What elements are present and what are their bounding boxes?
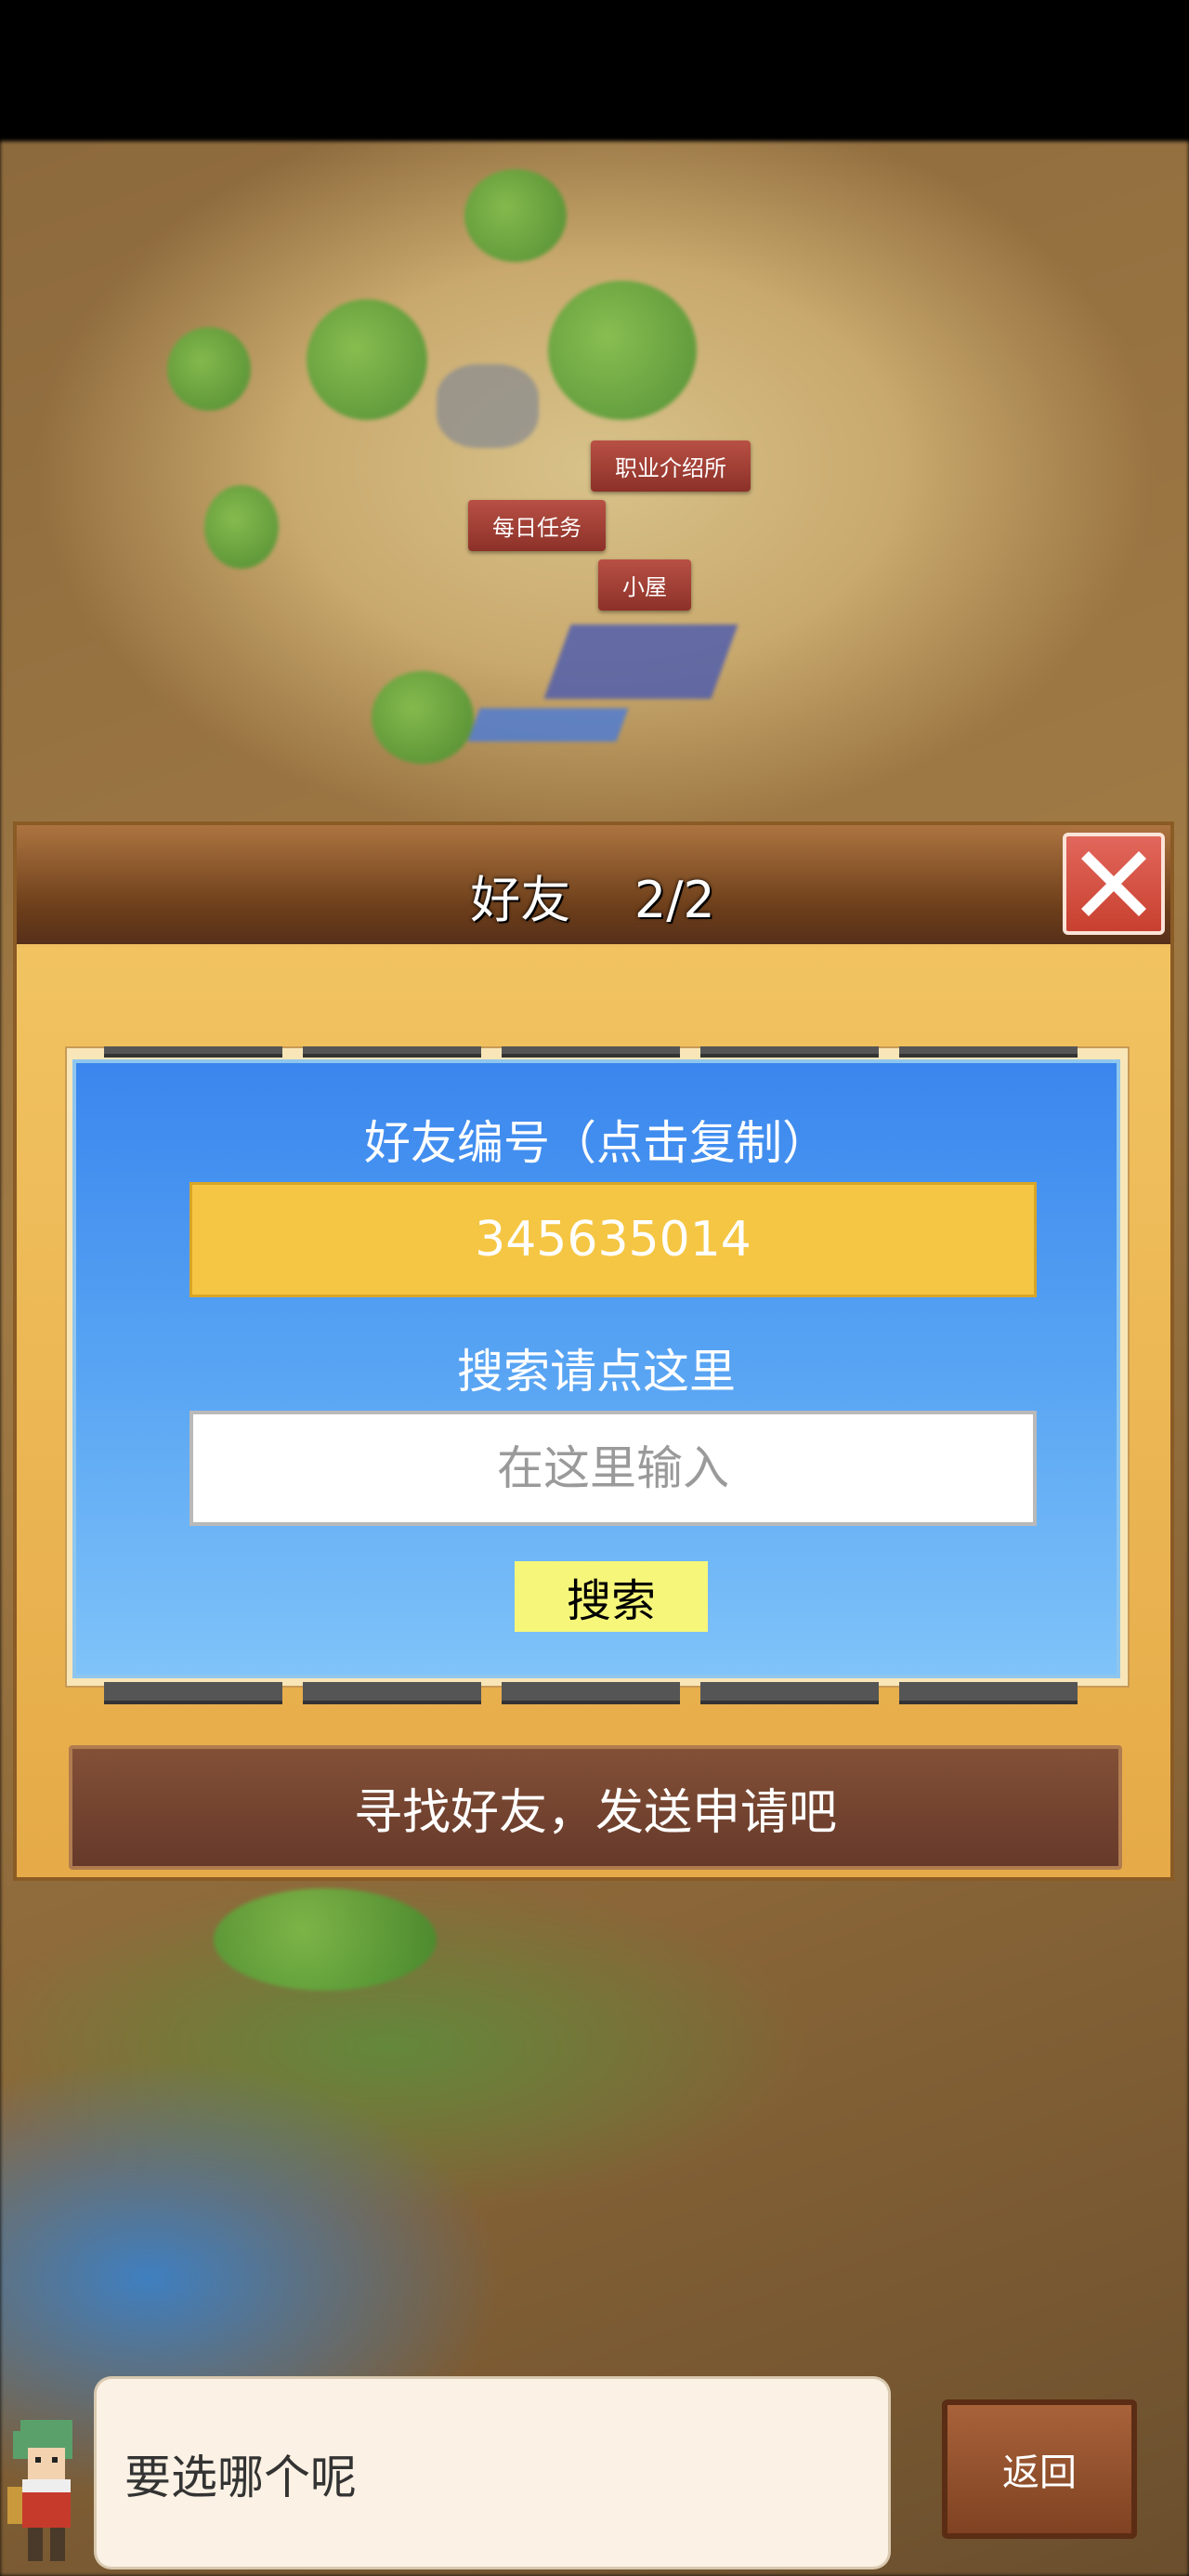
dialog-title: 好友 2/2 xyxy=(470,871,715,929)
map-label-daily-tasks[interactable]: 每日任务 xyxy=(468,500,606,551)
page-tab[interactable] xyxy=(303,1046,481,1058)
map-tree xyxy=(214,1888,437,1991)
map-tree xyxy=(464,169,567,262)
back-button[interactable]: 返回 xyxy=(942,2399,1137,2539)
bottom-bar: 要选哪个呢 返回 xyxy=(0,2379,1189,2576)
map-tree xyxy=(167,327,251,411)
status-bar xyxy=(0,0,1189,141)
page-tab[interactable] xyxy=(502,1046,680,1058)
map-tree xyxy=(204,485,279,569)
dialog-header: 好友 2/2 xyxy=(17,825,1170,948)
friend-panel-frame: 好友编号（点击复制） 345635014 搜索请点这里 搜索 xyxy=(65,1046,1130,1704)
map-house xyxy=(543,624,738,699)
page-tab[interactable] xyxy=(700,1682,879,1704)
find-friends-button[interactable]: 寻找好友，发送申请吧 xyxy=(69,1745,1122,1870)
map-tree xyxy=(307,299,427,420)
map-tree xyxy=(548,281,697,420)
page-tab[interactable] xyxy=(899,1682,1078,1704)
close-icon xyxy=(1081,851,1146,916)
map-house xyxy=(467,708,629,742)
friend-id-label: 好友编号（点击复制） xyxy=(364,1116,829,1170)
map-label-job-agency[interactable]: 职业介绍所 xyxy=(591,440,751,492)
friend-panel: 好友编号（点击复制） 345635014 搜索请点这里 搜索 xyxy=(72,1059,1120,1678)
friend-id-copy-button[interactable]: 345635014 xyxy=(189,1182,1037,1297)
page-tab[interactable] xyxy=(303,1682,481,1704)
page-tab[interactable] xyxy=(104,1682,282,1704)
page-tab[interactable] xyxy=(502,1682,680,1704)
map-tree xyxy=(372,671,474,764)
search-prompt: 搜索请点这里 xyxy=(457,1345,736,1399)
map-rock xyxy=(437,364,539,448)
search-input[interactable] xyxy=(189,1411,1037,1526)
map-label-cabin[interactable]: 小屋 xyxy=(598,559,691,611)
friends-dialog: 好友 2/2 好友编号（点击复制） 345635014 搜索请点这里 搜索 xyxy=(13,821,1174,1881)
page-tab[interactable] xyxy=(700,1046,879,1058)
close-button[interactable] xyxy=(1063,833,1165,935)
message-box: 要选哪个呢 xyxy=(97,2379,888,2567)
character-avatar xyxy=(7,2420,72,2561)
page-tab[interactable] xyxy=(104,1046,282,1058)
search-button[interactable]: 搜索 xyxy=(515,1561,708,1632)
message-text: 要选哪个呢 xyxy=(124,2451,357,2504)
page-tab[interactable] xyxy=(899,1046,1078,1058)
page-tabs-bottom xyxy=(104,1682,1107,1708)
